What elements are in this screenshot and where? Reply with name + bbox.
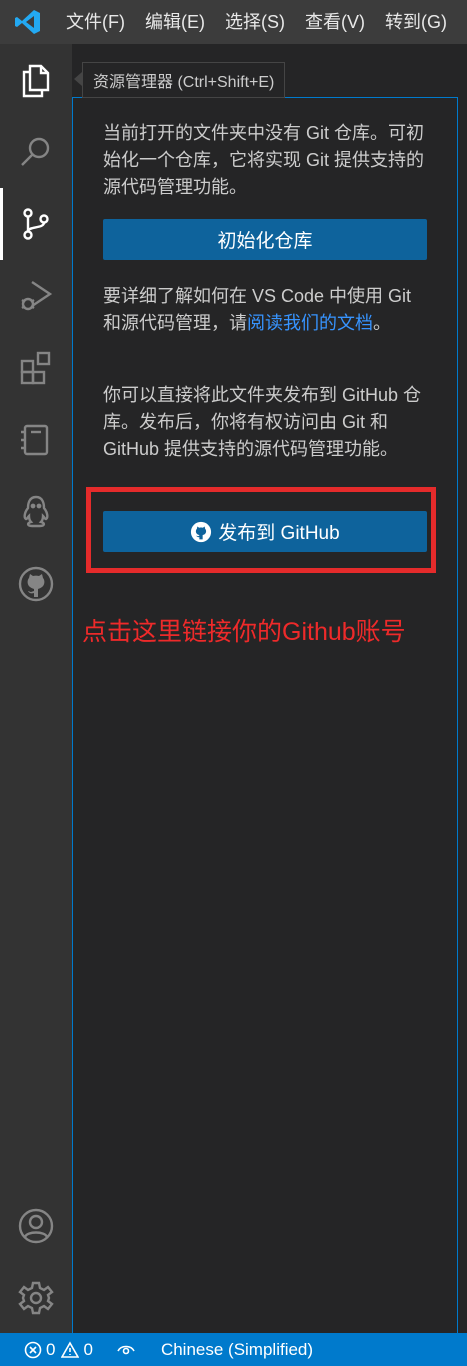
settings-gear-icon[interactable] xyxy=(0,1262,72,1334)
github-icon[interactable] xyxy=(0,548,72,620)
account-icon[interactable] xyxy=(0,1190,72,1262)
warning-icon xyxy=(61,1340,80,1358)
source-control-icon[interactable] xyxy=(0,188,72,260)
read-docs-link[interactable]: 阅读我们的文档 xyxy=(247,313,373,333)
notebook-icon[interactable] xyxy=(0,404,72,476)
search-icon[interactable] xyxy=(0,116,72,188)
error-count: 0 xyxy=(46,1339,56,1359)
tooltip-arrow xyxy=(74,72,82,86)
qq-icon[interactable] xyxy=(0,476,72,548)
menu-selection[interactable]: 选择(S) xyxy=(215,0,295,44)
menu-view[interactable]: 查看(V) xyxy=(295,0,375,44)
title-bar: 文件(F) 编辑(E) 选择(S) 查看(V) 转到(G) xyxy=(0,0,467,44)
menu-edit[interactable]: 编辑(E) xyxy=(135,0,215,44)
menu-go[interactable]: 转到(G) xyxy=(375,0,457,44)
publish-message: 你可以直接将此文件夹发布到 GitHub 仓库。发布后，你将有权访问由 Git … xyxy=(103,385,422,459)
initialize-repository-button[interactable]: 初始化仓库 xyxy=(103,219,427,260)
status-bar: 0 0 Chinese (Simplified) xyxy=(0,1333,467,1366)
language-pack-indicator[interactable]: Chinese (Simplified) xyxy=(161,1340,313,1360)
explorer-icon[interactable] xyxy=(0,44,72,116)
activity-bar xyxy=(0,44,72,1333)
problems-indicator[interactable]: 0 0 xyxy=(24,1340,93,1360)
vscode-logo-icon xyxy=(0,0,56,44)
warning-count: 0 xyxy=(83,1339,93,1359)
annotation-highlight-box xyxy=(86,487,436,573)
annotation-note: 点击这里链接你的Github账号 xyxy=(82,618,406,646)
eye-icon xyxy=(117,1345,135,1354)
menu-file[interactable]: 文件(F) xyxy=(56,0,135,44)
extensions-icon[interactable] xyxy=(0,332,72,404)
explorer-tooltip: 资源管理器 (Ctrl+Shift+E) xyxy=(82,62,286,98)
docs-message: 要详细了解如何在 VS Code 中使用 Git 和源代码管理，请阅读我们的文档… xyxy=(103,286,412,333)
run-debug-icon[interactable] xyxy=(0,260,72,332)
source-control-panel: 当前打开的文件夹中没有 Git 仓库。可初始化一个仓库，它将实现 Git 提供支… xyxy=(72,97,458,1334)
live-share-indicator[interactable] xyxy=(117,1341,139,1359)
no-repo-message: 当前打开的文件夹中没有 Git 仓库。可初始化一个仓库，它将实现 Git 提供支… xyxy=(103,123,425,197)
error-icon xyxy=(24,1341,42,1358)
